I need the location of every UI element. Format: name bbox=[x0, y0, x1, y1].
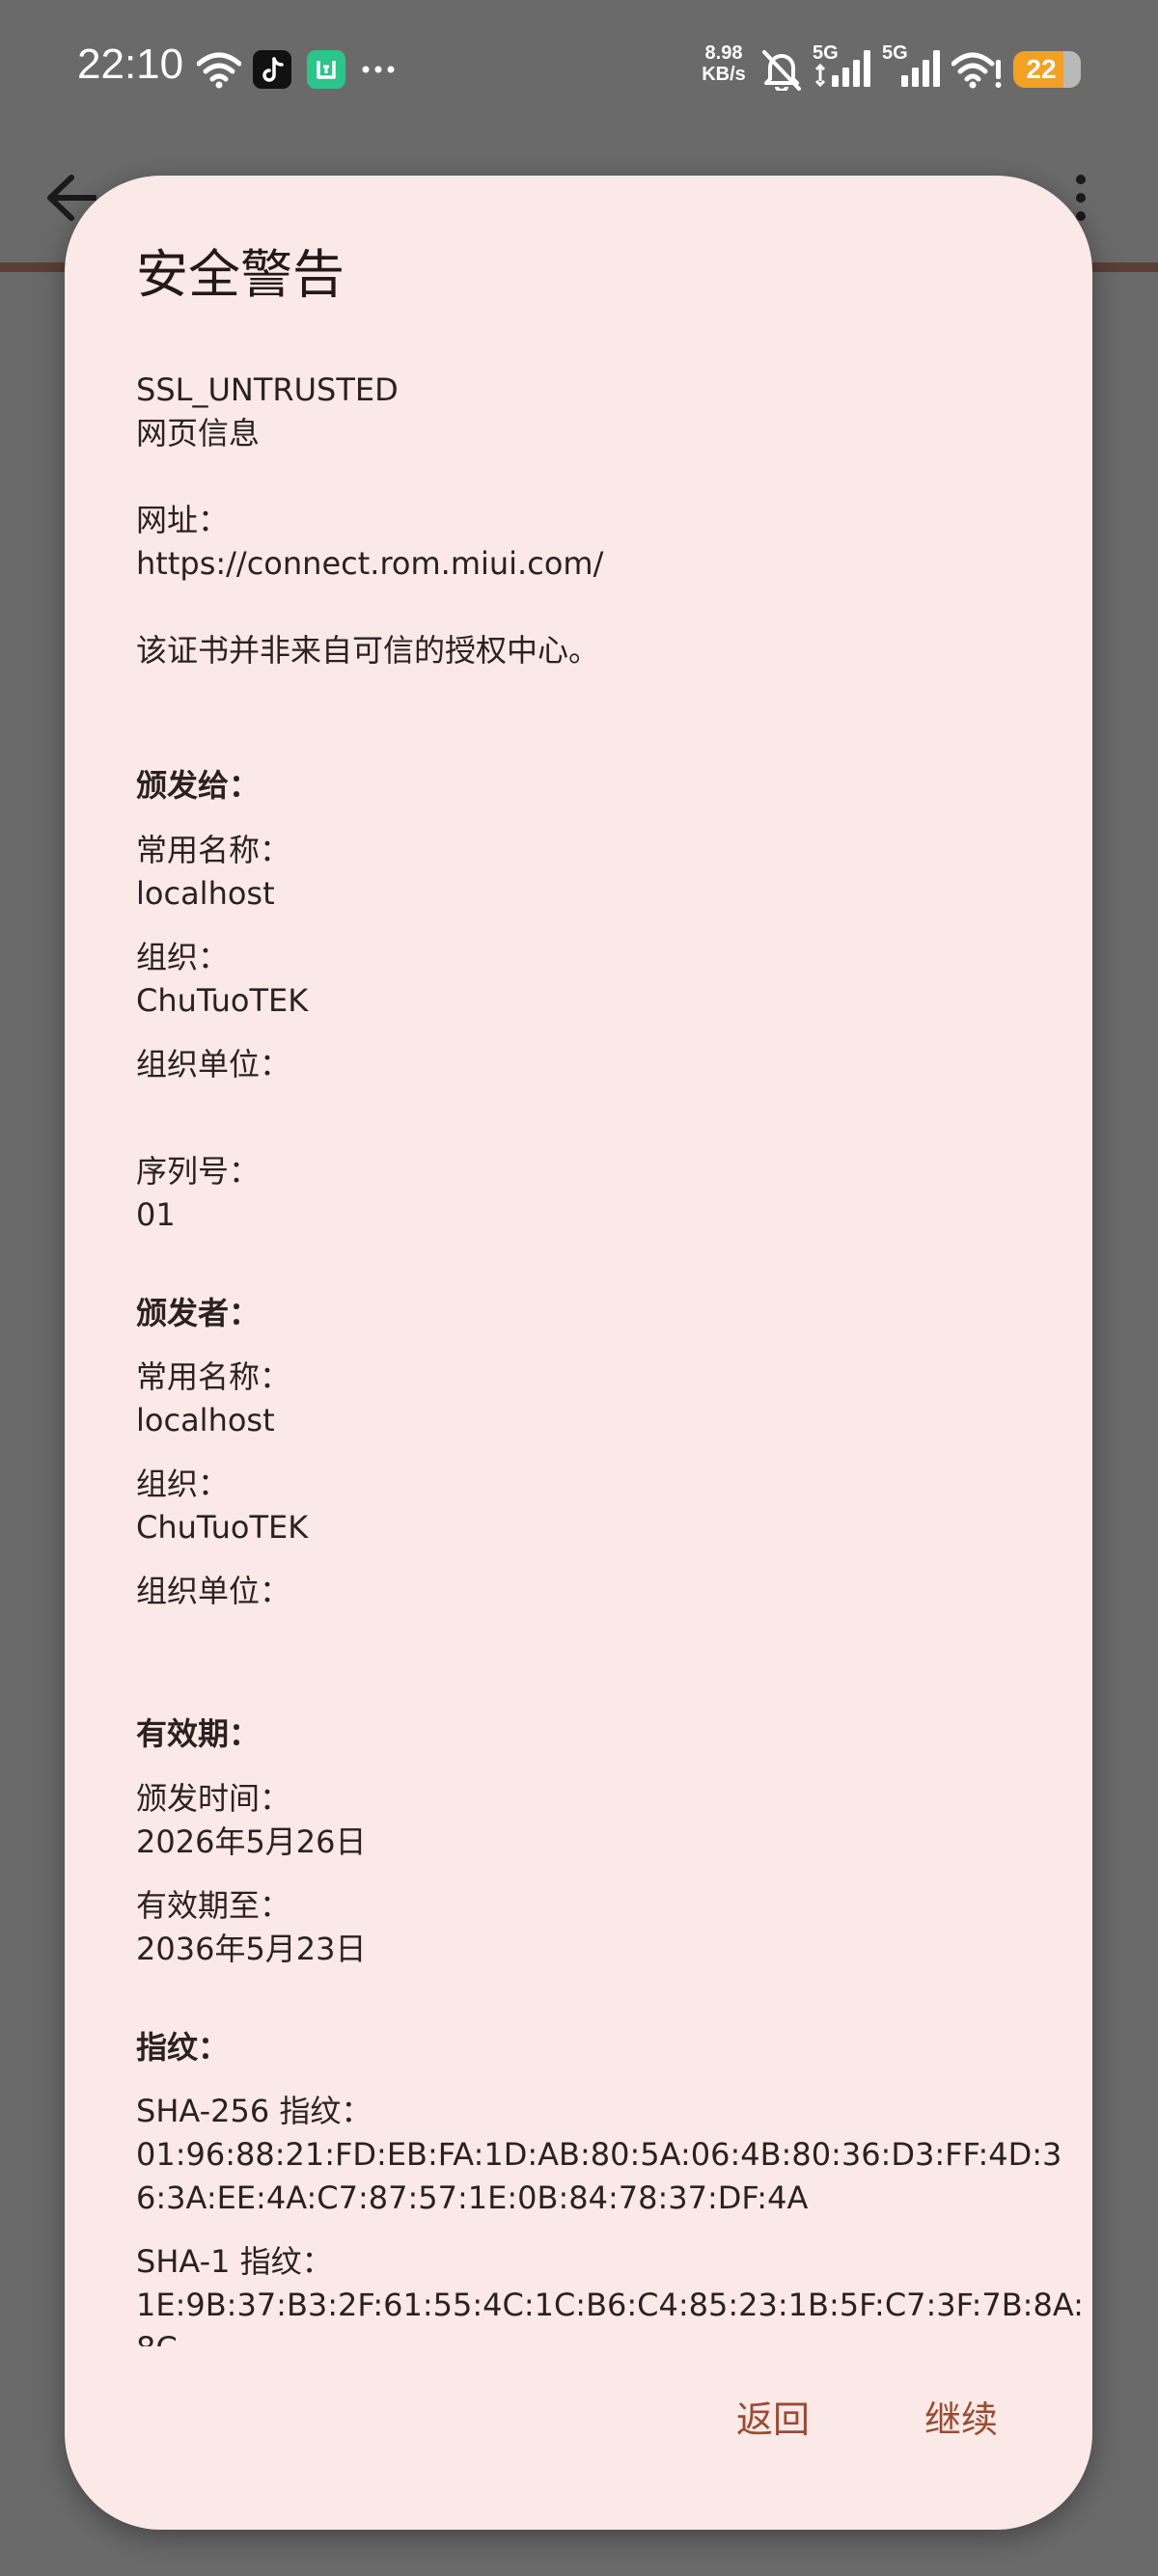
certificate-details[interactable]: SSL_UNTRUSTED 网页信息 网址： https://connect.r… bbox=[136, 369, 1091, 2346]
sha256-label: SHA-256 指纹： bbox=[136, 2093, 372, 2129]
issued-to-organization-label: 组织： bbox=[136, 939, 230, 975]
issued-to-common-name-label: 常用名称： bbox=[136, 832, 291, 868]
more-notifications-icon bbox=[362, 66, 395, 73]
expires-on-value: 2036年5月23日 bbox=[136, 1931, 367, 1967]
wifi-alert-icon bbox=[951, 52, 1002, 89]
signal-icon-1: 5G bbox=[813, 42, 876, 91]
network-speed: 8.98 KB/s bbox=[693, 42, 755, 85]
battery-indicator: 22 bbox=[1013, 51, 1081, 88]
issued-by-organization-value: ChuTuoTEK bbox=[136, 1509, 309, 1546]
network-speed-value: 8.98 bbox=[704, 42, 743, 64]
serial-number-label: 序列号： bbox=[136, 1153, 261, 1190]
mijia-app-icon bbox=[307, 50, 345, 89]
issued-by-header: 颁发者： bbox=[136, 1295, 261, 1331]
fingerprints-header: 指纹： bbox=[136, 2029, 230, 2066]
sha1-value: 1E:9B:37:B3:2F:61:55:4C:1C:B6:C4:85:23:1… bbox=[136, 2287, 1084, 2346]
serial-number-value: 01 bbox=[136, 1196, 176, 1233]
issued-to-header: 颁发给： bbox=[136, 767, 261, 804]
status-bar: 22:10 8.98 KB/s 5G 5G 22 bbox=[0, 0, 1158, 135]
wifi-icon bbox=[197, 52, 241, 89]
sha256-value: 01:96:88:21:FD:EB:FA:1D:AB:80:5A:06:4B:8… bbox=[136, 2136, 1062, 2216]
url-label: 网址： bbox=[136, 502, 230, 538]
warning-message: 该证书并非来自可信的授权中心。 bbox=[136, 632, 600, 669]
issued-to-common-name-value: localhost bbox=[136, 875, 275, 912]
issued-by-common-name-label: 常用名称： bbox=[136, 1358, 291, 1395]
continue-button[interactable]: 继续 bbox=[924, 2390, 998, 2443]
validity-header: 有效期： bbox=[136, 1715, 261, 1752]
dialog-title: 安全警告 bbox=[136, 244, 345, 305]
back-button[interactable]: 返回 bbox=[736, 2390, 810, 2443]
issued-by-common-name-value: localhost bbox=[136, 1402, 275, 1439]
sha1-label: SHA-1 指纹： bbox=[136, 2243, 333, 2280]
mute-bell-icon bbox=[762, 50, 801, 91]
issued-to-organization-value: ChuTuoTEK bbox=[136, 982, 309, 1019]
issued-to-org-unit-label: 组织单位： bbox=[136, 1046, 291, 1082]
url-value: https://connect.rom.miui.com/ bbox=[136, 545, 604, 582]
status-time: 22:10 bbox=[77, 41, 184, 88]
tiktok-app-icon bbox=[253, 50, 291, 89]
dialog-actions: 返回 继续 bbox=[65, 2346, 1092, 2472]
network-speed-unit: KB/s bbox=[702, 64, 746, 85]
issued-on-label: 颁发时间： bbox=[136, 1780, 291, 1817]
issued-by-org-unit-label: 组织单位： bbox=[136, 1573, 291, 1609]
error-code: SSL_UNTRUSTED bbox=[136, 371, 399, 408]
expires-on-label: 有效期至： bbox=[136, 1887, 291, 1924]
page-info-label: 网页信息 bbox=[136, 415, 261, 452]
security-warning-dialog: 安全警告 SSL_UNTRUSTED 网页信息 网址： https://conn… bbox=[65, 176, 1092, 2530]
signal-icon-2: 5G bbox=[882, 42, 946, 91]
issued-on-value: 2026年5月26日 bbox=[136, 1823, 367, 1860]
issued-by-organization-label: 组织： bbox=[136, 1466, 230, 1502]
battery-level: 22 bbox=[1026, 54, 1057, 84]
